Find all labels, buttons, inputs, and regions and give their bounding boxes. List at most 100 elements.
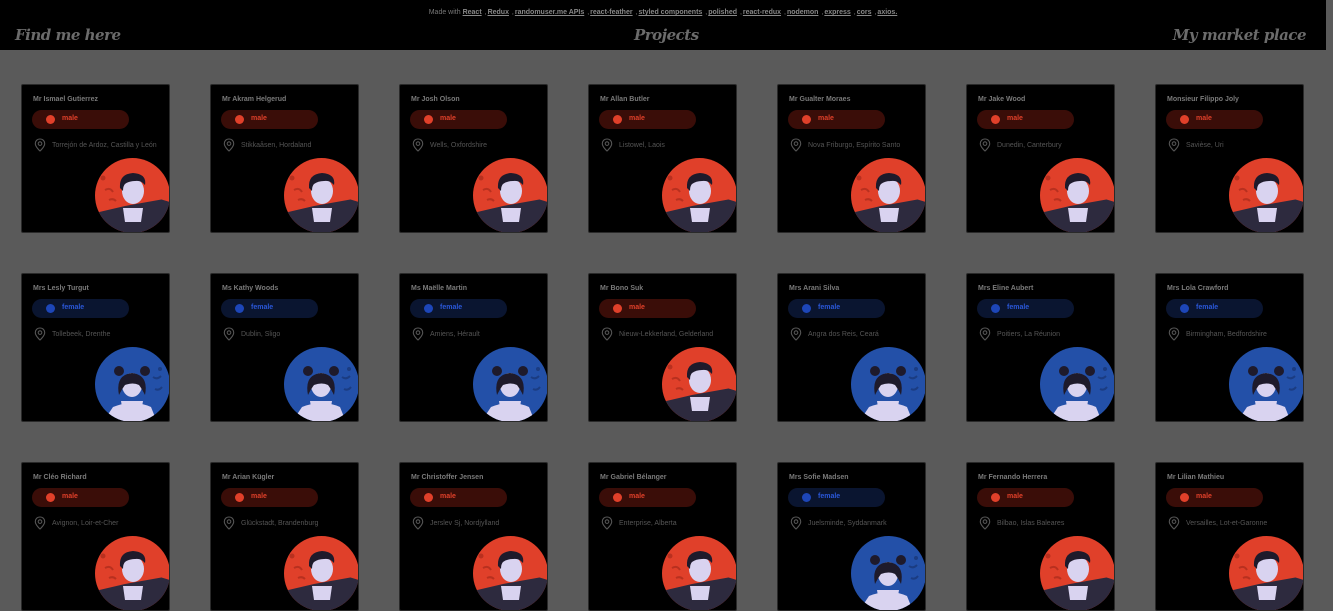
user-card[interactable]: Mr Fernando Herrera male Bilbao, Islas Bal… — [966, 462, 1115, 611]
gender-badge: female — [410, 299, 507, 318]
user-card[interactable]: Mr Lilian Mathieu male Versailles, Lot-et-… — [1155, 462, 1304, 611]
location-text: Angra dos Reis, Ceará — [808, 331, 879, 338]
user-card[interactable]: Mr Christoffer Jensen male Jerslev Sj, Nor… — [399, 462, 548, 611]
gender-label: male — [1196, 115, 1212, 122]
gender-label: female — [62, 304, 85, 311]
location-text: Avignon, Loir-et-Cher — [52, 520, 119, 527]
credit-link[interactable]: randomuser.me APIs — [515, 9, 584, 16]
nav-find-me-here[interactable]: Find me here — [15, 26, 121, 44]
gender-label: male — [62, 493, 78, 500]
user-card[interactable]: Mrs Lola Crawford female Birmingham, Bedfo… — [1155, 273, 1304, 422]
user-name: Ms Maëlle Martin — [411, 285, 468, 292]
gender-badge: female — [977, 299, 1074, 318]
user-card[interactable]: Mrs Sofie Madsen female Juelsminde, Syddan… — [777, 462, 926, 611]
location-text: Enterprise, Alberta — [619, 520, 677, 527]
gender-dot-icon — [802, 115, 811, 124]
credit-link[interactable]: express — [824, 9, 850, 16]
gender-dot-icon — [46, 304, 55, 313]
user-name: Mr Arian Kügler — [222, 474, 275, 481]
user-card[interactable]: Mrs Lesly Turgut female Tollebeek, Drenthe — [21, 273, 170, 422]
nav-market-place[interactable]: My market place — [1173, 26, 1307, 44]
user-card[interactable]: Ms Maëlle Martin female Amiens, Hérault — [399, 273, 548, 422]
male-avatar-icon — [662, 347, 736, 421]
location-text: Savièse, Uri — [1186, 142, 1224, 149]
male-avatar-icon — [1040, 536, 1114, 610]
gender-badge: female — [788, 488, 885, 507]
gender-badge: male — [599, 488, 696, 507]
gender-label: female — [818, 304, 841, 311]
credit-link[interactable]: polished — [708, 9, 737, 16]
user-card[interactable]: Mrs Eline Aubert female Poitiers, La Réuni… — [966, 273, 1115, 422]
user-name: Mrs Sofie Madsen — [789, 474, 849, 481]
female-avatar-icon — [95, 347, 169, 421]
gender-dot-icon — [1180, 493, 1189, 502]
credit-link[interactable]: cors — [857, 9, 872, 16]
user-card[interactable]: Mr Gabriel Bélanger male Enterprise, Alber… — [588, 462, 737, 611]
gender-dot-icon — [1180, 304, 1189, 313]
user-card[interactable]: Mr Ismael Gutierrez male Torrejón de Ardoz… — [21, 84, 170, 233]
location-text: Dunedin, Canterbury — [997, 142, 1062, 149]
user-card[interactable]: Ms Kathy Woods female Dublin, Sligo — [210, 273, 359, 422]
user-card[interactable]: Mr Bono Suk male Nieuw-Lekkerland, Gelderl… — [588, 273, 737, 422]
credit-link[interactable]: react-feather — [590, 9, 632, 16]
nav-projects[interactable]: Projects — [634, 26, 699, 44]
male-avatar-icon — [473, 536, 547, 610]
credit-link[interactable]: React — [463, 9, 482, 16]
gender-dot-icon — [991, 493, 1000, 502]
gender-dot-icon — [991, 115, 1000, 124]
gender-dot-icon — [802, 304, 811, 313]
credit-link[interactable]: styled components — [639, 9, 703, 16]
user-card[interactable]: Mr Josh Olson male Wells, Oxfordshire — [399, 84, 548, 233]
gender-dot-icon — [235, 115, 244, 124]
user-name: Mr Allan Butler — [600, 96, 650, 103]
male-avatar-icon — [1229, 158, 1303, 232]
gender-badge: female — [221, 299, 318, 318]
female-avatar-icon — [851, 347, 925, 421]
location-text: Wells, Oxfordshire — [430, 142, 488, 149]
location-text: Jerslev Sj, Nordjylland — [430, 520, 500, 527]
made-with-label: Made with — [428, 9, 461, 16]
female-avatar-icon — [284, 347, 358, 421]
location-text: Stikkaåsen, Hordaland — [241, 142, 312, 149]
user-name: Mr Lilian Mathieu — [1167, 474, 1225, 481]
credit-link[interactable]: react-redux — [743, 9, 781, 16]
credit-link[interactable]: Redux — [488, 9, 509, 16]
location-text: Torrejón de Ardoz, Castilla y León — [52, 142, 157, 149]
user-card[interactable]: Mr Cléo Richard male Avignon, Loir-et-Cher — [21, 462, 170, 611]
user-card[interactable]: Mr Arian Kügler male Glückstadt, Brandenbu… — [210, 462, 359, 611]
gender-dot-icon — [424, 115, 433, 124]
male-avatar-icon — [851, 158, 925, 232]
user-card[interactable]: Monsieur Filippo Joly male Savièse, Uri — [1155, 84, 1304, 233]
location-text: Poitiers, La Réunion — [997, 331, 1061, 338]
male-avatar-icon — [662, 158, 736, 232]
gender-dot-icon — [46, 493, 55, 502]
gender-label: male — [440, 115, 456, 122]
gender-badge: male — [410, 110, 507, 129]
user-name: Mrs Lesly Turgut — [33, 285, 89, 292]
tech-credits: Made with React ,Redux ,randomuser.me AP… — [0, 9, 1326, 16]
gender-dot-icon — [802, 493, 811, 502]
male-avatar-icon — [662, 536, 736, 610]
credit-link[interactable]: axios. — [877, 9, 897, 16]
user-card[interactable]: Mr Jake Wood male Dunedin, Canterbury — [966, 84, 1115, 233]
credit-separator: , — [739, 9, 742, 16]
user-card[interactable]: Mr Akram Helgerud male Stikkaåsen, Hordala… — [210, 84, 359, 233]
user-card[interactable]: Mrs Arani Silva female Angra dos Reis, Cea… — [777, 273, 926, 422]
location-text: Tollebeek, Drenthe — [52, 331, 111, 338]
gender-label: male — [818, 115, 834, 122]
location-text: Nova Friburgo, Espírito Santo — [808, 142, 901, 149]
location-text: Versailles, Lot-et-Garonne — [1186, 520, 1268, 527]
credit-separator: , — [511, 9, 514, 16]
user-name: Monsieur Filippo Joly — [1167, 96, 1239, 103]
gender-badge: male — [221, 110, 318, 129]
credit-link[interactable]: nodemon — [787, 9, 819, 16]
user-card[interactable]: Mr Gualter Moraes male Nova Friburgo, Espí… — [777, 84, 926, 233]
gender-label: male — [62, 115, 78, 122]
gender-dot-icon — [235, 304, 244, 313]
male-avatar-icon — [284, 158, 358, 232]
user-name: Mr Gabriel Bélanger — [600, 474, 667, 481]
user-card[interactable]: Mr Allan Butler male Listowel, Laois — [588, 84, 737, 233]
gender-label: female — [251, 304, 274, 311]
gender-badge: male — [977, 110, 1074, 129]
gender-badge: female — [32, 299, 129, 318]
